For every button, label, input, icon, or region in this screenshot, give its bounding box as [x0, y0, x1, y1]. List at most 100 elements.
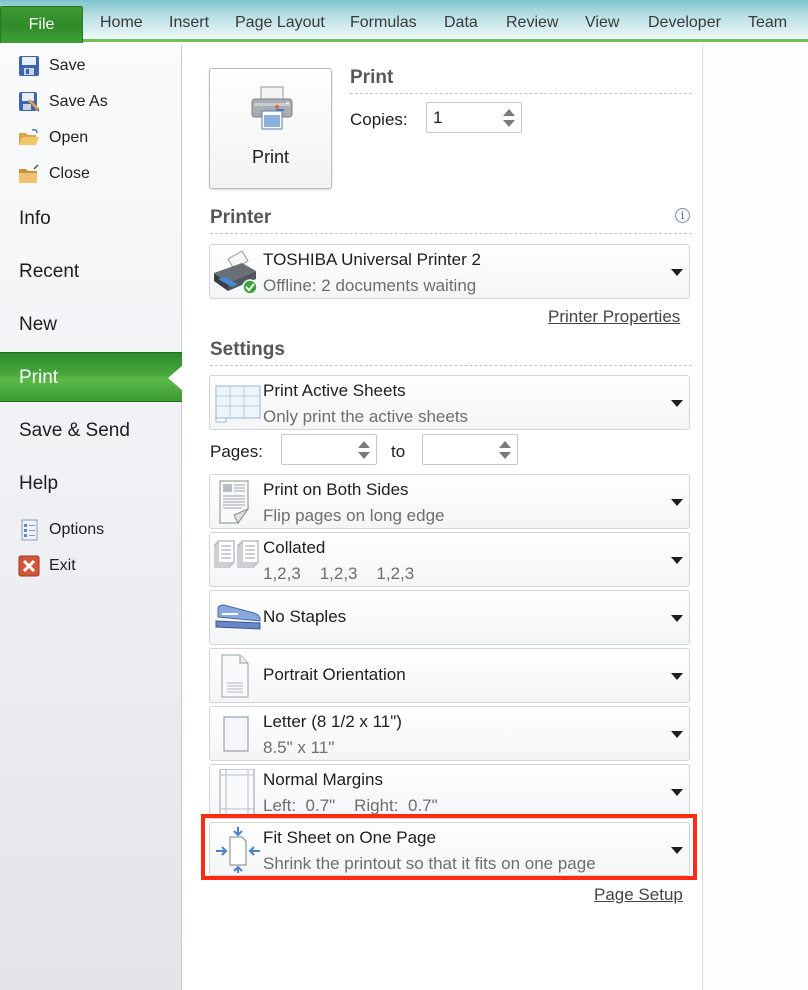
printer-icon [251, 86, 293, 130]
option-subtitle: Only print the active sheets [263, 407, 469, 426]
paper-size-dropdown[interactable]: Letter (8 1/2 x 11") 8.5" x 11" [209, 706, 690, 761]
pages-label: Pages: [210, 442, 263, 461]
spin-down-icon[interactable] [499, 452, 511, 459]
options-icon [18, 519, 42, 541]
sidebar-item-label: Save [49, 57, 86, 74]
scaling-dropdown[interactable]: Fit Sheet on One Page Shrink the printou… [209, 822, 690, 876]
sidebar-item-save-as[interactable]: Save As [18, 89, 108, 115]
pages-to-label: to [391, 442, 406, 461]
tab-view[interactable]: View [585, 14, 619, 32]
tab-formulas[interactable]: Formulas [350, 14, 417, 32]
chevron-down-icon [671, 731, 683, 738]
sidebar-item-options[interactable]: Options [18, 517, 104, 543]
sidebar-item-info[interactable]: Info [0, 194, 182, 244]
page-setup-link[interactable]: Page Setup [594, 885, 683, 905]
option-title: Normal Margins [263, 770, 383, 789]
option-subtitle: Left: 0.7" Right: 0.7" [263, 796, 438, 815]
collated-icon [214, 540, 259, 568]
option-subtitle: 8.5" x 11" [263, 738, 335, 757]
option-subtitle: 1,2,3 1,2,3 1,2,3 [263, 564, 415, 583]
print-button-label: Print [251, 147, 289, 167]
sidebar-item-save-send[interactable]: Save & Send [0, 406, 182, 456]
tab-team[interactable]: Team [748, 14, 787, 32]
tab-home[interactable]: Home [100, 14, 143, 32]
backstage-sidebar: Save Save As Open Close Info Recent New … [0, 45, 183, 990]
option-title: Print on Both Sides [263, 480, 409, 499]
sidebar-item-save[interactable]: Save [18, 53, 85, 79]
chevron-down-icon [671, 499, 683, 506]
exit-icon [18, 555, 42, 577]
tab-insert[interactable]: Insert [169, 14, 209, 32]
stapler-icon [215, 604, 261, 630]
option-title: No Staples [263, 607, 347, 626]
option-title: Letter (8 1/2 x 11") [263, 712, 402, 731]
chevron-down-icon [671, 789, 683, 796]
chevron-down-icon [671, 673, 683, 680]
option-title: Portrait Orientation [263, 665, 406, 684]
spin-down-icon[interactable] [358, 452, 370, 459]
orientation-dropdown[interactable]: Portrait Orientation [209, 648, 690, 703]
print-section-title: Print [350, 67, 394, 88]
tab-review[interactable]: Review [506, 14, 558, 32]
print-what-dropdown[interactable]: Print Active Sheets Only print the activ… [209, 375, 690, 430]
print-panel: Print Print Copies: 1 Printer i TOSHIBA … [183, 45, 703, 990]
option-subtitle: Shrink the printout so that it fits on o… [263, 854, 596, 873]
copies-spinner[interactable]: 1 [426, 102, 522, 133]
printer-name: TOSHIBA Universal Printer 2 [263, 250, 481, 269]
tab-file[interactable]: File [0, 6, 83, 43]
collation-dropdown[interactable]: Collated 1,2,3 1,2,3 1,2,3 [209, 532, 690, 587]
both-sides-icon [219, 480, 250, 524]
print-button[interactable]: Print [209, 68, 332, 189]
sidebar-item-label: Close [49, 165, 90, 182]
tab-page-layout[interactable]: Page Layout [235, 14, 325, 32]
chevron-down-icon [671, 400, 683, 407]
margins-icon [219, 769, 255, 815]
staples-dropdown[interactable]: No Staples [209, 590, 690, 645]
portrait-page-icon [221, 654, 249, 698]
sidebar-item-close[interactable]: Close [18, 161, 90, 187]
spin-up-icon[interactable] [499, 441, 511, 448]
sidebar-item-open[interactable]: Open [18, 125, 88, 151]
pages-from-spinner[interactable] [281, 434, 377, 465]
ribbon-tab-bar: File Home Insert Page Layout Formulas Da… [0, 0, 808, 43]
info-icon[interactable]: i [675, 208, 690, 223]
sidebar-item-exit[interactable]: Exit [18, 553, 76, 579]
sidebar-item-print[interactable]: Print [0, 352, 183, 402]
printer-properties-link[interactable]: Printer Properties [548, 307, 680, 327]
fit-to-page-icon [216, 827, 260, 873]
chevron-down-icon [671, 615, 683, 622]
tab-data[interactable]: Data [444, 14, 478, 32]
option-title: Print Active Sheets [263, 381, 406, 400]
paper-size-icon [223, 716, 249, 752]
printer-status: Offline: 2 documents waiting [263, 276, 477, 295]
copies-value: 1 [433, 108, 443, 127]
spin-up-icon[interactable] [503, 109, 515, 116]
pages-to-spinner[interactable] [422, 434, 518, 465]
spin-down-icon[interactable] [503, 120, 515, 127]
chevron-down-icon [671, 847, 683, 854]
tab-developer[interactable]: Developer [648, 14, 721, 32]
close-folder-icon [18, 163, 42, 185]
save-icon [18, 55, 42, 77]
option-title: Collated [263, 538, 326, 557]
printer-status-icon [214, 250, 258, 295]
printer-section-title: Printer [210, 207, 272, 228]
chevron-down-icon [671, 557, 683, 564]
open-folder-icon [18, 127, 42, 149]
sidebar-item-help[interactable]: Help [0, 459, 182, 509]
duplex-dropdown[interactable]: Print on Both Sides Flip pages on long e… [209, 474, 690, 529]
spin-up-icon[interactable] [358, 441, 370, 448]
copies-label: Copies: [350, 110, 408, 129]
sidebar-item-label: Open [49, 129, 89, 146]
print-preview-pane [704, 45, 808, 990]
margins-dropdown[interactable]: Normal Margins Left: 0.7" Right: 0.7" [209, 764, 690, 819]
settings-section-title: Settings [210, 339, 285, 360]
divider [350, 93, 692, 94]
chevron-down-icon [671, 269, 683, 276]
sidebar-item-recent[interactable]: Recent [0, 247, 182, 297]
sidebar-item-label: Exit [49, 557, 76, 574]
sidebar-item-label: Save As [49, 93, 108, 110]
save-as-icon [18, 91, 42, 113]
printer-dropdown[interactable]: TOSHIBA Universal Printer 2 Offline: 2 d… [209, 244, 690, 299]
sidebar-item-new[interactable]: New [0, 300, 182, 350]
